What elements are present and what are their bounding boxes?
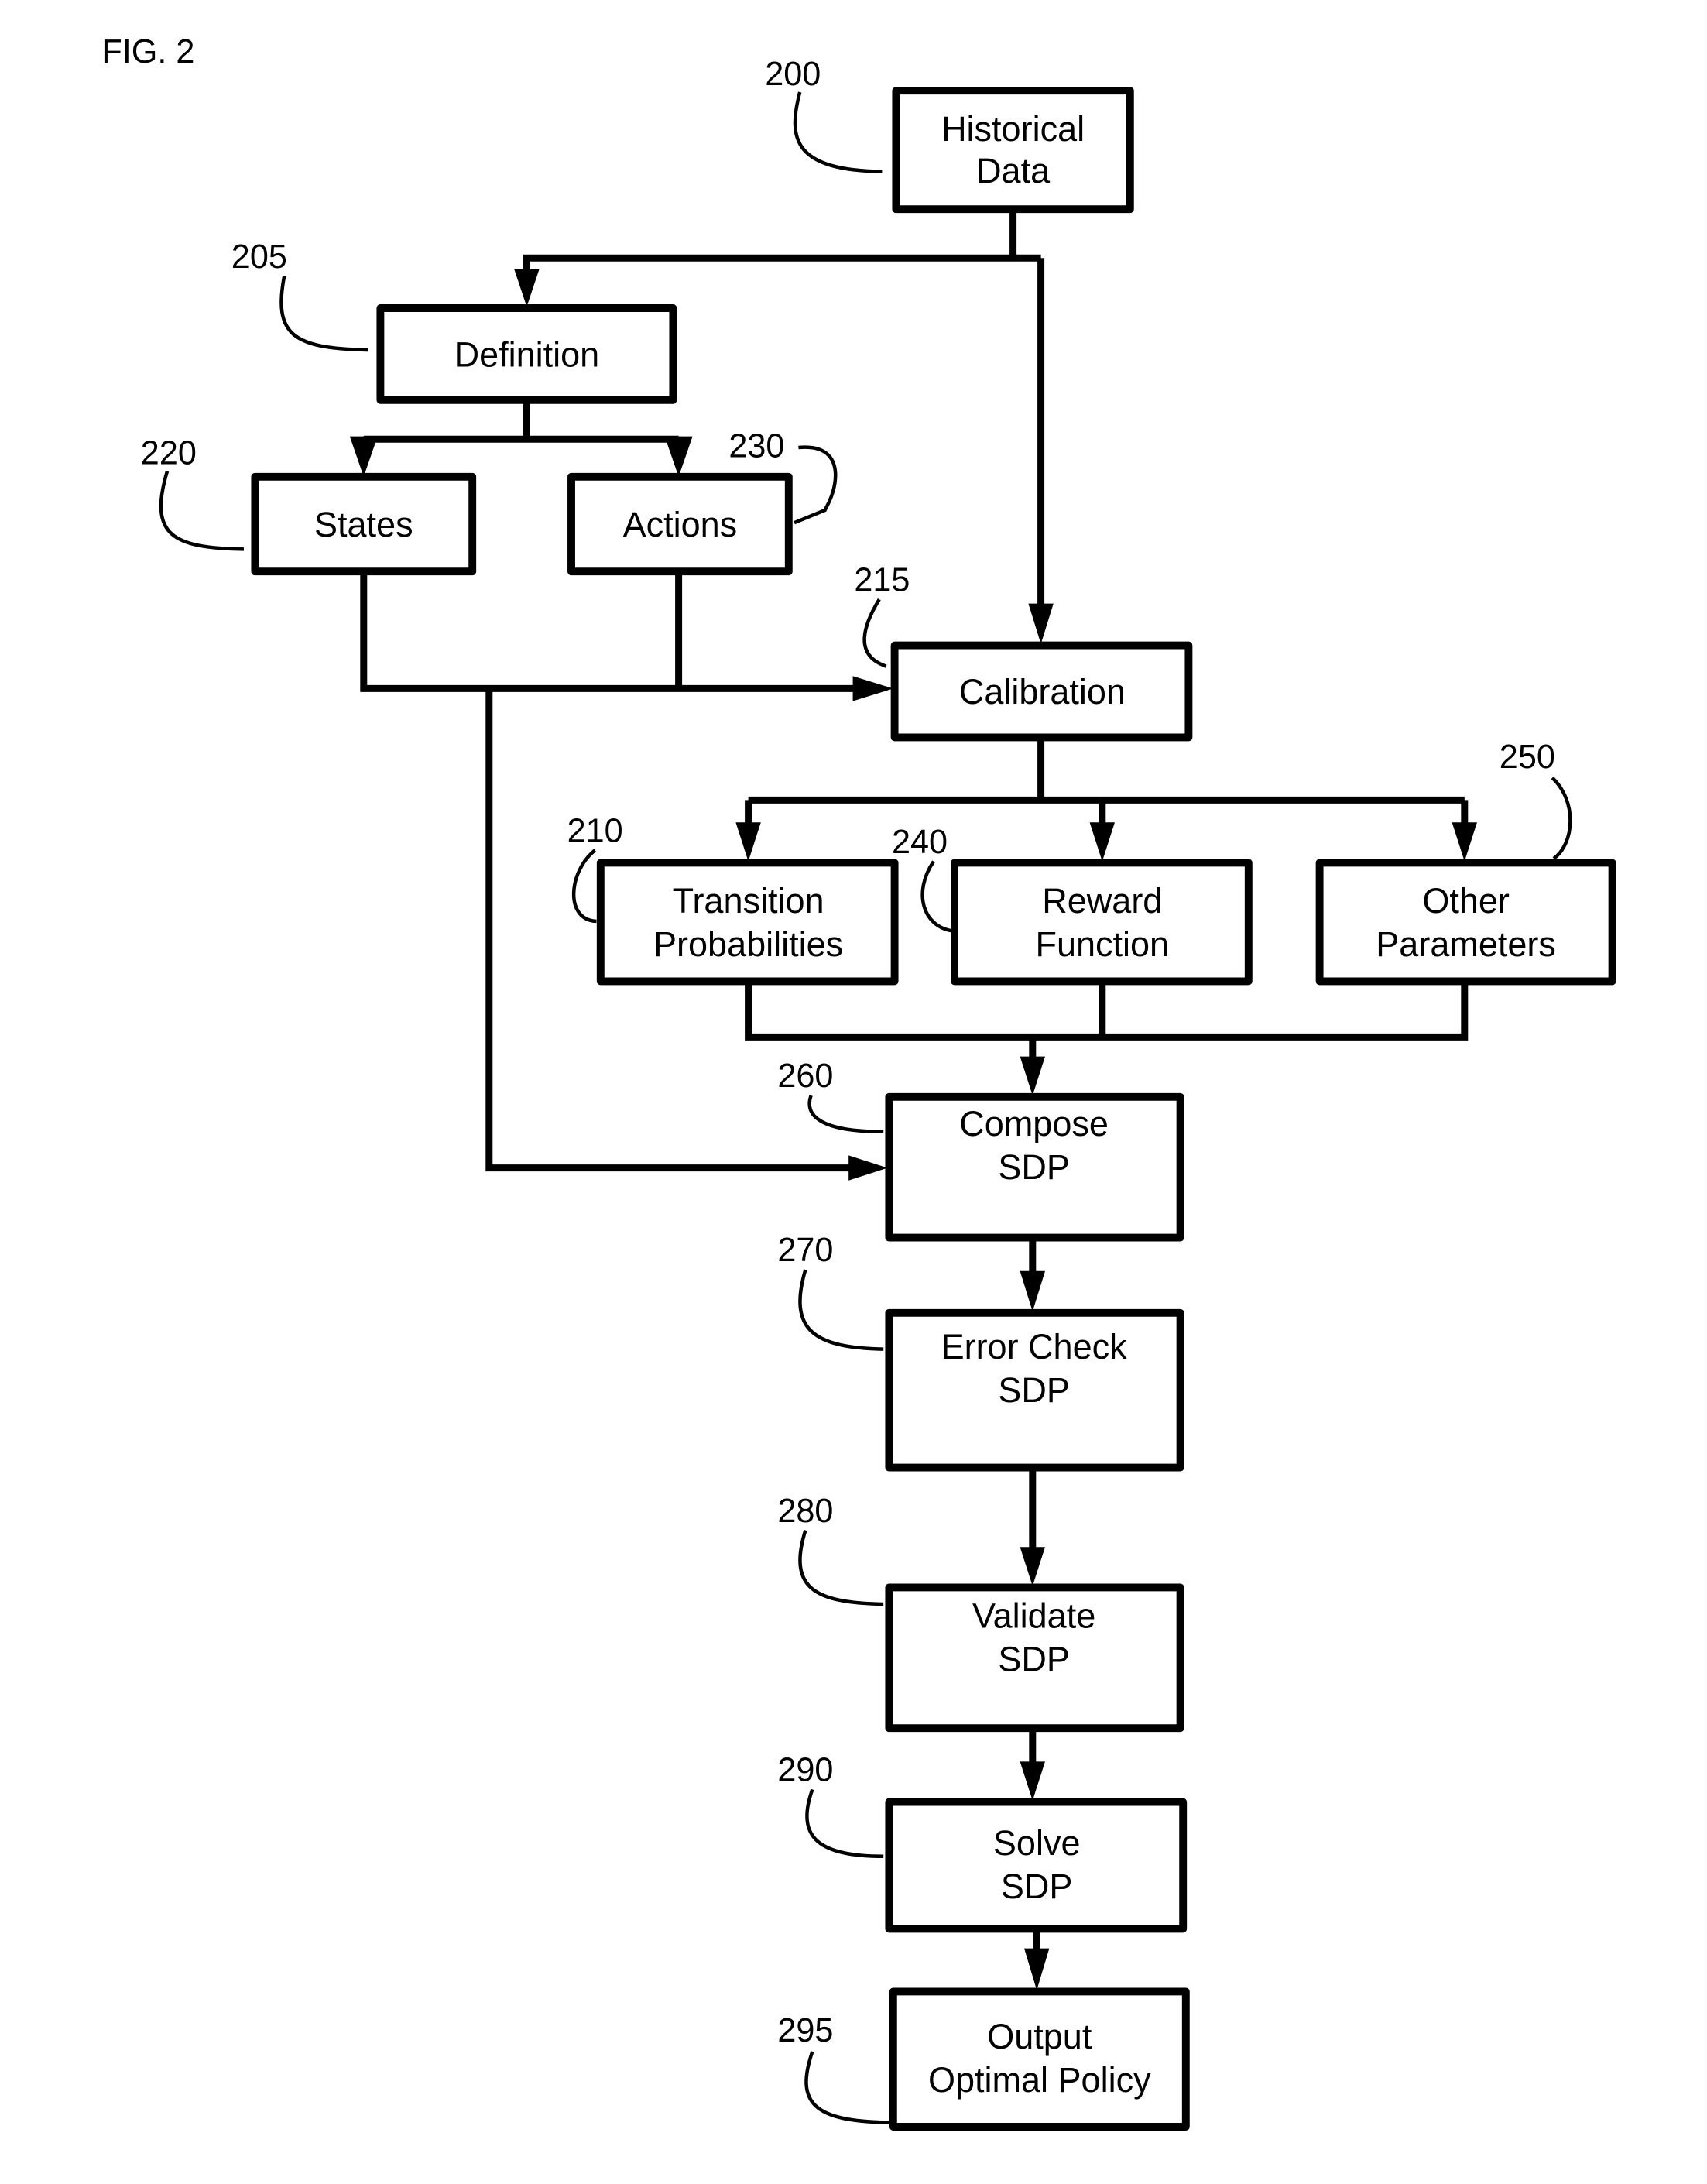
leader-line (798, 1529, 884, 1606)
leader-line (159, 470, 245, 551)
node-label: Historical (941, 109, 1085, 149)
node-label: SDP (998, 1370, 1070, 1410)
node-label: Definition (454, 335, 600, 375)
arrow-into-compose-left (848, 1155, 888, 1181)
arrow-into-states (349, 436, 378, 477)
node-states: States (251, 472, 477, 576)
ref-numeral: 200 (765, 56, 821, 93)
node-transition-probabilities: Transition Probabilities (596, 859, 899, 986)
ref-numeral: 260 (777, 1058, 833, 1095)
node-label: SDP (998, 1639, 1070, 1678)
ref-numeral: 290 (777, 1752, 833, 1789)
ref-numeral: 230 (728, 428, 784, 465)
edge-params-merge (745, 982, 1469, 1041)
node-calibration: Calibration (890, 641, 1193, 742)
figure-label: FIG. 2 (101, 33, 194, 70)
edge-historical-to-definition (523, 254, 1041, 286)
arrow-into-calibration-top (1028, 603, 1054, 644)
ref-numeral: 270 (777, 1232, 833, 1269)
node-reward-function: Reward Function (951, 859, 1253, 986)
leader-line (794, 445, 838, 525)
leader-line (862, 598, 887, 668)
ref-numeral: 280 (777, 1493, 833, 1530)
node-label: Calibration (959, 672, 1126, 711)
node-label: Probabilities (653, 924, 843, 964)
arrow-into-output (1024, 1948, 1050, 1990)
node-label: Optimal Policy (928, 2060, 1151, 2100)
node-label: Transition (673, 881, 824, 921)
ref-numeral: 250 (1500, 739, 1555, 776)
node-label: Data (976, 151, 1051, 190)
node-error-check-sdp: Error Check SDP (885, 1308, 1184, 1472)
leader-line (807, 1095, 884, 1134)
ref-numeral: 210 (567, 812, 623, 849)
node-label: Validate (972, 1596, 1095, 1636)
node-validate-sdp: Validate SDP (885, 1583, 1184, 1733)
node-label: Solve (993, 1823, 1081, 1863)
node-label: States (314, 505, 413, 544)
node-label: Compose (959, 1104, 1109, 1143)
arrow-into-reward (1089, 822, 1115, 862)
ref-numeral: 215 (854, 561, 910, 598)
node-label: SDP (1001, 1867, 1073, 1906)
arrow-into-other (1452, 822, 1477, 862)
arrow-into-compose-top (1020, 1056, 1045, 1095)
edge-states-down (360, 573, 864, 692)
ref-numeral: 220 (141, 435, 197, 472)
node-label: Error Check (941, 1327, 1128, 1366)
node-label: Reward (1042, 881, 1162, 921)
node-label: Actions (623, 505, 738, 544)
node-compose-sdp: Compose SDP (885, 1092, 1184, 1242)
node-historical-data: Historical Data (892, 87, 1134, 214)
node-other-parameters: Other Parameters (1315, 859, 1616, 986)
node-label: Parameters (1376, 924, 1556, 964)
leader-line (798, 1269, 884, 1351)
node-label: Other (1422, 881, 1510, 921)
node-label: Output (987, 2017, 1092, 2056)
leader-line (1551, 776, 1572, 860)
arrow-into-solve (1020, 1761, 1045, 1801)
ref-numeral: 205 (231, 238, 287, 276)
node-definition: Definition (376, 304, 677, 404)
leader-line (793, 91, 883, 173)
leader-line (805, 1788, 884, 1859)
leader-line (279, 276, 368, 352)
node-actions: Actions (567, 472, 793, 576)
flowchart: FIG. 2 Historical Data Definition States… (101, 33, 1616, 2131)
node-solve-sdp: Solve SDP (885, 1798, 1188, 1933)
leader-line (920, 860, 954, 933)
node-label: SDP (998, 1147, 1070, 1187)
arrow-into-calibration-left (852, 676, 893, 701)
ref-numeral: 295 (777, 2012, 833, 2049)
ref-numeral: 240 (892, 824, 948, 861)
leader-line (804, 2051, 889, 2124)
arrow-into-actions (664, 436, 693, 477)
reference-numerals: 200 205 220 230 215 210 240 250 260 270 … (141, 56, 1572, 2124)
node-label: Function (1035, 924, 1169, 964)
node-output-optimal-policy: Output Optimal Policy (889, 1987, 1190, 2131)
arrow-into-error-check (1020, 1270, 1045, 1311)
arrow-into-definition (514, 269, 540, 307)
arrow-into-validate (1020, 1547, 1045, 1586)
arrow-into-transition (735, 822, 761, 862)
leader-line (571, 849, 597, 924)
